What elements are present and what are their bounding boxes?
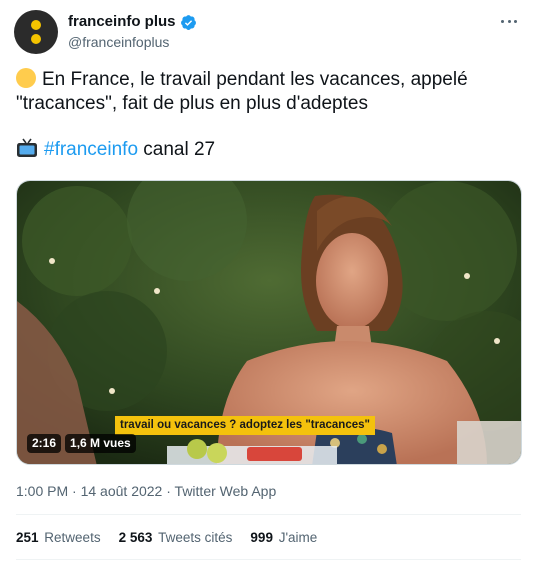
television-emoji xyxy=(17,138,37,157)
tweet-line-2: #franceinfo canal 27 xyxy=(16,138,521,162)
author-name[interactable]: franceinfo plus xyxy=(68,13,176,31)
yellow-circle-emoji xyxy=(16,68,36,88)
video-caption: travail ou vacances ? adoptez les "traca… xyxy=(115,416,375,435)
channel-text: canal 27 xyxy=(138,139,216,160)
meta-separator-2: · xyxy=(162,483,175,499)
tweet-date[interactable]: 14 août 2022 xyxy=(81,483,163,499)
tweet-card: franceinfo plus @franceinfoplus En Franc… xyxy=(0,0,537,567)
tweet-source[interactable]: Twitter Web App xyxy=(175,483,277,499)
video-badges: 2:16 1,6 M vues xyxy=(27,434,136,453)
author-block: franceinfo plus @franceinfoplus xyxy=(68,13,197,51)
retweets-label: Retweets xyxy=(44,530,101,545)
quotes-label: Tweets cités xyxy=(158,530,233,545)
views-badge: 1,6 M vues xyxy=(65,434,136,453)
more-options-icon[interactable] xyxy=(497,12,521,30)
quotes-stat[interactable]: 2 563 Tweets cités xyxy=(119,529,233,546)
divider xyxy=(16,559,521,560)
quotes-count: 2 563 xyxy=(118,530,153,545)
author-handle[interactable]: @franceinfoplus xyxy=(68,33,197,51)
avatar[interactable] xyxy=(14,10,58,54)
tweet-text: En France, le travail pendant les vacanc… xyxy=(16,68,521,162)
likes-label: J'aime xyxy=(278,530,318,545)
retweets-stat[interactable]: 251 Retweets xyxy=(16,529,101,546)
tweet-time[interactable]: 1:00 PM xyxy=(16,483,68,499)
logo-dot-bottom xyxy=(31,34,41,44)
video-player[interactable]: travail ou vacances ? adoptez les "traca… xyxy=(16,180,522,465)
logo-dot-top xyxy=(31,20,41,30)
duration-badge: 2:16 xyxy=(27,434,62,453)
tweet-body: En France, le travail pendant les vacanc… xyxy=(16,69,468,114)
tweet-line-1: En France, le travail pendant les vacanc… xyxy=(16,68,521,116)
name-row: franceinfo plus xyxy=(68,13,197,31)
likes-stat[interactable]: 999 J'aime xyxy=(250,529,317,546)
tweet-stats: 251 Retweets 2 563 Tweets cités 999 J'ai… xyxy=(16,529,317,546)
likes-count: 999 xyxy=(250,530,273,545)
hashtag-link[interactable]: #franceinfo xyxy=(44,139,138,160)
verified-badge-icon xyxy=(180,14,196,30)
retweets-count: 251 xyxy=(16,530,39,545)
meta-separator-1: · xyxy=(68,483,81,499)
divider xyxy=(16,514,521,515)
tweet-meta: 1:00 PM · 14 août 2022 · Twitter Web App xyxy=(16,482,276,500)
